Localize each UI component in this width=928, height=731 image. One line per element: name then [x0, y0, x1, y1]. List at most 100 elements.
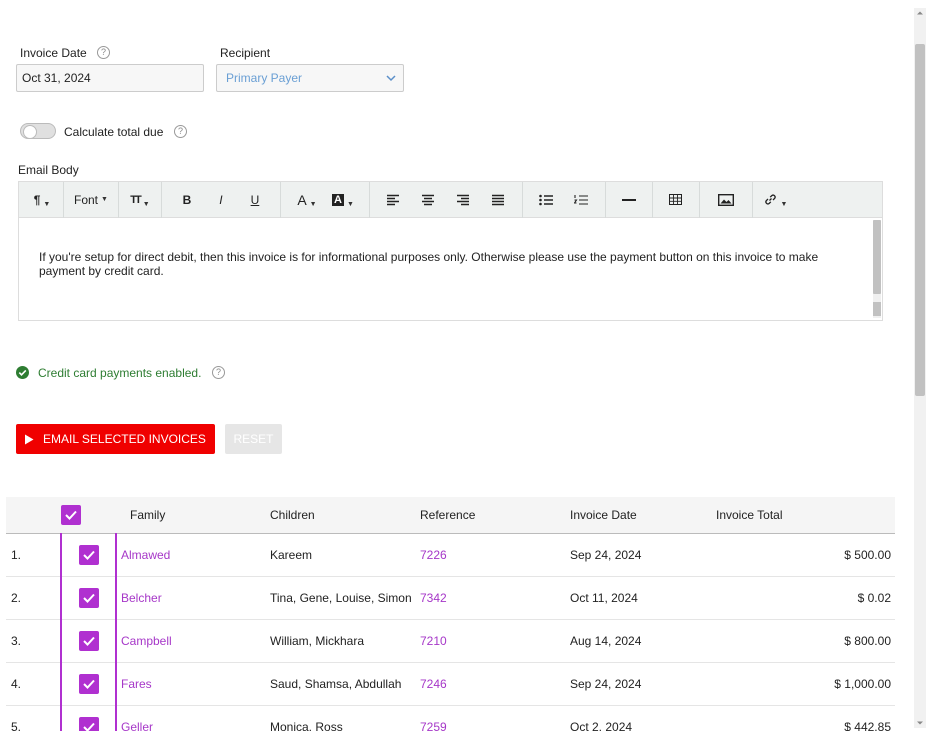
- reference-link[interactable]: 7259: [420, 720, 447, 731]
- table-row[interactable]: 3. Campbell William, Mickhara 7210 Aug 14, 2…: [6, 619, 895, 663]
- align-center-button[interactable]: [411, 188, 446, 212]
- table-row[interactable]: 1. Almawed Kareem 7226 Sep 24, 2024 $ 500.00: [6, 533, 895, 577]
- header-invoice-date[interactable]: Invoice Date: [566, 497, 716, 534]
- family-link[interactable]: Campbell: [121, 634, 172, 648]
- select-all-checkbox[interactable]: [61, 504, 81, 525]
- scroll-down-icon[interactable]: [914, 718, 926, 728]
- bullet-list-icon: [539, 194, 554, 205]
- invoice-total-cell: $ 1,000.00: [716, 662, 895, 706]
- paragraph-icon: ¶: [33, 192, 41, 207]
- calc-total-label: Calculate total due: [64, 125, 164, 139]
- checkmark-icon: [82, 722, 95, 731]
- underline-icon: U: [250, 192, 260, 207]
- children-cell: Monica, Ross: [266, 705, 416, 731]
- insert-table-button[interactable]: [661, 188, 691, 212]
- email-selected-invoices-button[interactable]: EMAIL SELECTED INVOICES: [16, 424, 215, 454]
- play-icon: [25, 434, 34, 444]
- editor-scrollbar-thumb[interactable]: [873, 220, 881, 294]
- checkmark-icon: [82, 636, 95, 646]
- table-row[interactable]: 2. Belcher Tina, Gene, Louise, Simon 7342 Oc…: [6, 576, 895, 620]
- editor-content[interactable]: If you're setup for direct debit, then t…: [19, 218, 882, 320]
- insert-image-button[interactable]: [708, 188, 744, 212]
- bullet-list-button[interactable]: [529, 188, 564, 212]
- invoice-date-help-icon[interactable]: ?: [97, 46, 110, 59]
- row-select-cell: [60, 705, 117, 731]
- check-circle-icon: [16, 366, 29, 379]
- italic-button[interactable]: I: [204, 188, 238, 212]
- checkmark-icon: [82, 679, 95, 689]
- credit-card-help-icon[interactable]: ?: [212, 366, 225, 379]
- reference-link[interactable]: 7226: [420, 548, 447, 562]
- underline-button[interactable]: U: [238, 188, 272, 212]
- row-checkbox[interactable]: [78, 673, 99, 694]
- recipient-label: Recipient: [220, 46, 271, 60]
- chevron-down-icon: [386, 75, 396, 82]
- header-reference[interactable]: Reference: [416, 497, 566, 534]
- row-number: 1.: [6, 533, 61, 577]
- family-link[interactable]: Belcher: [121, 591, 162, 605]
- row-checkbox[interactable]: [78, 716, 99, 731]
- invoice-date-cell: Oct 11, 2024: [566, 576, 716, 620]
- family-link[interactable]: Fares: [121, 677, 152, 691]
- align-right-button[interactable]: [446, 188, 481, 212]
- invoice-date-field[interactable]: Oct 31, 2024: [16, 64, 204, 92]
- row-select-cell: [60, 576, 117, 620]
- page-scrollbar[interactable]: [914, 8, 926, 728]
- font-size-button[interactable]: TT ▼: [125, 188, 155, 212]
- numbered-list-button[interactable]: [564, 188, 599, 212]
- header-invoice-total[interactable]: Invoice Total: [716, 497, 895, 534]
- header-family[interactable]: Family: [116, 497, 266, 534]
- paragraph-style-button[interactable]: ¶ ▼: [27, 188, 57, 212]
- invoice-date-cell: Sep 24, 2024: [566, 533, 716, 577]
- family-link[interactable]: Almawed: [121, 548, 170, 562]
- page-scrollbar-thumb[interactable]: [915, 44, 925, 396]
- align-justify-icon: [492, 194, 505, 205]
- reference-link[interactable]: 7246: [420, 677, 447, 691]
- header-children[interactable]: Children: [266, 497, 416, 534]
- justify-button[interactable]: [481, 188, 516, 212]
- table-row[interactable]: 4. Fares Saud, Shamsa, Abdullah 7246 Sep 24,…: [6, 662, 895, 706]
- bold-button[interactable]: B: [170, 188, 204, 212]
- recipient-select[interactable]: Primary Payer: [216, 64, 404, 92]
- invoice-total-cell: $ 0.02: [716, 576, 895, 620]
- font-color-button[interactable]: A ▼: [289, 188, 325, 212]
- align-center-icon: [422, 194, 435, 205]
- highlight-color-button[interactable]: A ▼: [325, 188, 361, 212]
- bold-icon: B: [182, 192, 192, 207]
- row-checkbox[interactable]: [78, 544, 99, 565]
- calc-total-help-icon[interactable]: ?: [174, 125, 187, 138]
- calc-total-toggle[interactable]: [20, 123, 56, 139]
- select-all-cell: [61, 497, 116, 534]
- reference-link[interactable]: 7342: [420, 591, 447, 605]
- checkmark-icon: [82, 550, 95, 560]
- checkmark-icon: [82, 593, 95, 603]
- invoice-total-cell: $ 442.85: [716, 705, 895, 731]
- row-select-cell: [60, 662, 117, 706]
- children-cell: Tina, Gene, Louise, Simon: [266, 576, 416, 620]
- email-body-editor: ¶ ▼ Font ▼ TT ▼ B I U A ▼ A ▼ ▼ If you'r…: [18, 181, 883, 321]
- invoice-date-cell: Aug 14, 2024: [566, 619, 716, 663]
- reset-button[interactable]: RESET: [225, 424, 282, 454]
- horizontal-rule-button[interactable]: [614, 188, 644, 212]
- invoice-date-cell: Oct 2, 2024: [566, 705, 716, 731]
- row-select-cell: [60, 533, 117, 577]
- font-color-icon: A: [297, 191, 307, 208]
- row-number: 2.: [6, 576, 61, 620]
- row-checkbox[interactable]: [78, 587, 99, 608]
- invoice-date-label: Invoice Date: [20, 46, 87, 60]
- credit-card-status: Credit card payments enabled.: [38, 366, 202, 380]
- font-family-button[interactable]: Font ▼: [70, 188, 112, 212]
- insert-link-button[interactable]: ▼: [761, 188, 791, 212]
- row-number: 3.: [6, 619, 61, 663]
- scroll-up-icon[interactable]: [914, 8, 926, 18]
- invoice-table: Family Children Reference Invoice Date I…: [6, 497, 895, 731]
- align-left-button[interactable]: [376, 188, 411, 212]
- text-size-icon: TT: [130, 193, 142, 206]
- email-body-text: If you're setup for direct debit, then t…: [39, 250, 819, 278]
- table-header-row: Family Children Reference Invoice Date I…: [6, 497, 895, 534]
- family-link[interactable]: Geller: [121, 720, 153, 731]
- row-checkbox[interactable]: [78, 630, 99, 651]
- editor-scrollbar[interactable]: [873, 220, 881, 318]
- reference-link[interactable]: 7210: [420, 634, 447, 648]
- table-row[interactable]: 5. Geller Monica, Ross 7259 Oct 2, 2024 $ 442…: [6, 705, 895, 731]
